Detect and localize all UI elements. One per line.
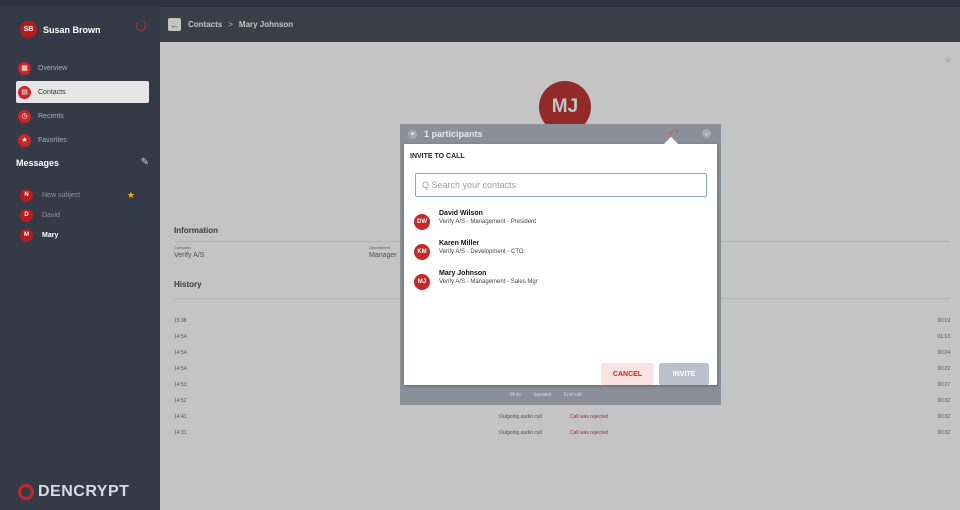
- grid-icon: ▦: [18, 61, 31, 75]
- contact-detail: Verify A/S - Development - CTO: [439, 249, 524, 255]
- cancel-button[interactable]: CANCEL: [601, 363, 654, 385]
- user-profile[interactable]: SB Susan Brown: [20, 21, 101, 38]
- dialog-title: INVITE TO CALL: [410, 153, 465, 160]
- main-content: ← Contacts > Mary Johnson ★ MJ Informati…: [160, 7, 960, 510]
- message-list: N New subject ★ D David M Mary: [16, 185, 149, 245]
- contact-name: Mary Johnson: [439, 270, 487, 277]
- message-item-mary[interactable]: M Mary: [16, 225, 149, 245]
- sidebar-nav: ▦ Overview ▤ Contacts ◷ Recents ★ Favori…: [16, 57, 149, 153]
- speaker-label[interactable]: Speaker: [533, 392, 552, 398]
- message-avatar: D: [20, 208, 33, 222]
- end-call-label[interactable]: End call: [564, 392, 582, 398]
- user-name: Susan Brown: [43, 24, 101, 35]
- message-item-david[interactable]: D David: [16, 205, 149, 225]
- app-window: SB Susan Brown ▦ Overview ▤ Contacts ◷ R…: [0, 7, 960, 510]
- sidebar-item-label: Overview: [38, 64, 68, 72]
- message-label: David: [42, 211, 60, 219]
- message-label: New subject: [42, 191, 81, 199]
- chevron-down-icon[interactable]: ⌄: [702, 129, 711, 138]
- contact-avatar: DW: [414, 214, 430, 230]
- search-input[interactable]: Q Search your contacts: [415, 173, 707, 197]
- contact-avatar: MJ: [414, 274, 430, 290]
- contact-detail: Verify A/S - Management - President: [439, 219, 537, 225]
- contact-detail: Verify A/S - Management - Sales Mgr: [439, 279, 538, 285]
- invite-button[interactable]: INVITE: [659, 363, 709, 385]
- messages-header: Messages ✎: [16, 157, 149, 168]
- message-item-new-subject[interactable]: N New subject ★: [16, 185, 149, 205]
- brand-logo: DENCRYPT: [18, 483, 129, 501]
- sidebar-item-label: Recents: [38, 112, 64, 120]
- contact-item[interactable]: MJ Mary Johnson Verify A/S - Management …: [414, 270, 538, 298]
- clock-icon: ◷: [18, 109, 31, 123]
- message-label: Mary: [42, 231, 59, 239]
- call-controls: Mute Speaker End call: [510, 392, 594, 398]
- compose-icon[interactable]: ✎: [141, 157, 149, 168]
- contact-name: Karen Miller: [439, 240, 480, 247]
- contact-name: David Wilson: [439, 210, 483, 217]
- sidebar-item-contacts[interactable]: ▤ Contacts: [16, 81, 149, 103]
- sidebar-item-favorites[interactable]: ★ Favorites: [16, 129, 149, 151]
- message-avatar: N: [20, 188, 33, 202]
- contact-item[interactable]: KM Karen Miller Verify A/S - Development…: [414, 240, 524, 268]
- sidebar-item-recents[interactable]: ◷ Recents: [16, 105, 149, 127]
- contact-item[interactable]: DW David Wilson Verify A/S - Management …: [414, 210, 536, 238]
- star-icon: ★: [18, 133, 31, 147]
- sidebar-item-label: Favorites: [38, 136, 67, 144]
- message-avatar: M: [20, 228, 33, 242]
- logo-icon: [18, 484, 34, 500]
- power-icon[interactable]: [136, 21, 146, 31]
- sidebar-item-label: Contacts: [38, 88, 66, 96]
- brand-name: DENCRYPT: [38, 483, 130, 500]
- contacts-icon: ▤: [18, 85, 31, 99]
- messages-title: Messages: [16, 157, 60, 168]
- sidebar-item-overview[interactable]: ▦ Overview: [16, 57, 149, 79]
- user-avatar: SB: [20, 21, 37, 38]
- sidebar: SB Susan Brown ▦ Overview ▤ Contacts ◷ R…: [0, 7, 160, 510]
- contact-avatar: KM: [414, 244, 430, 260]
- call-status-icon: ●: [408, 129, 417, 139]
- participants-count: 1 participants: [424, 129, 483, 139]
- star-icon: ★: [126, 189, 135, 200]
- mute-label[interactable]: Mute: [510, 392, 521, 398]
- invite-dialog: INVITE TO CALL Q Search your contacts DW…: [404, 136, 717, 385]
